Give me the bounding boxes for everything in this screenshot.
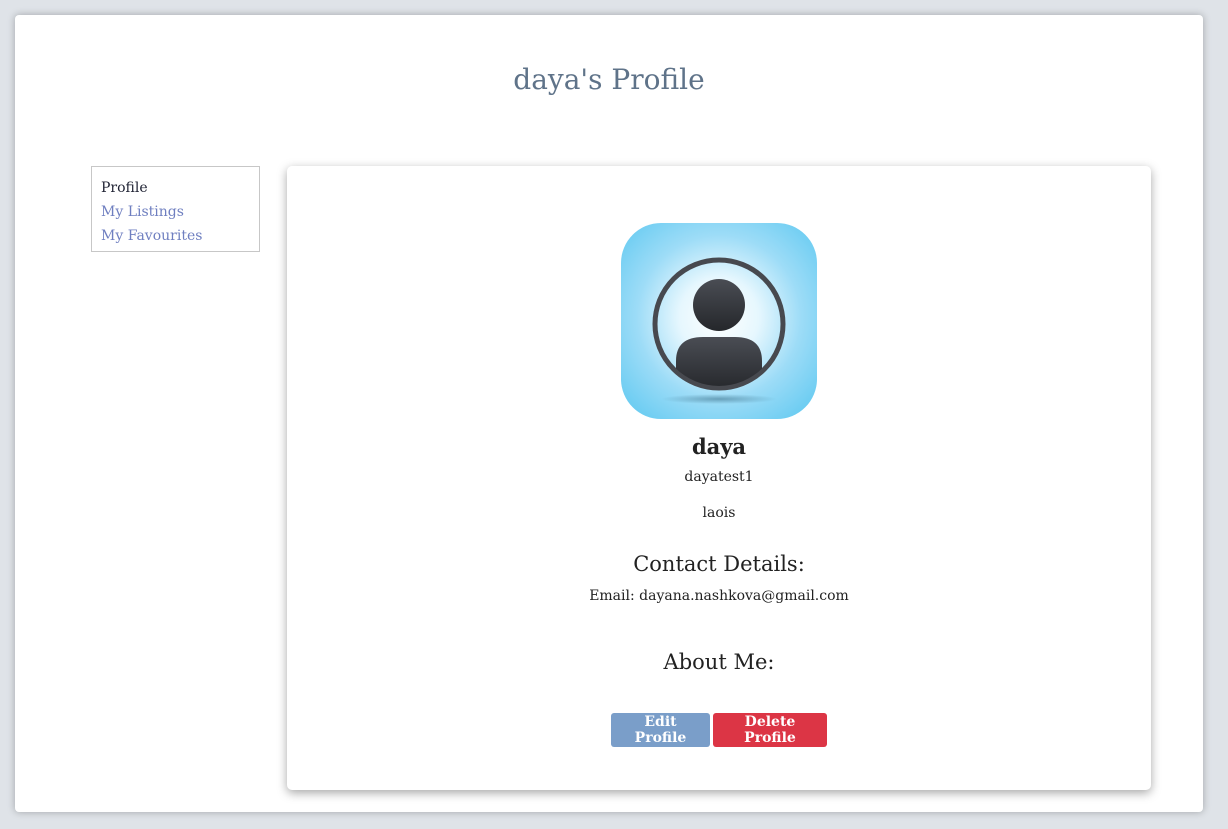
profile-email: Email: dayana.nashkova@gmail.com [589, 588, 849, 604]
edit-profile-button[interactable]: Edit Profile [611, 713, 710, 747]
profile-name: daya [691, 434, 747, 459]
sidebar-item-profile[interactable]: Profile [101, 176, 259, 200]
sidebar-item-my-listings[interactable]: My Listings [101, 200, 259, 224]
about-me-heading: About Me: [663, 650, 775, 674]
profile-sidebar: Profile My Listings My Favourites [91, 166, 260, 252]
contact-details-heading: Contact Details: [633, 552, 805, 576]
page-title: daya's Profile [513, 63, 705, 96]
user-avatar-icon [621, 223, 817, 419]
profile-card: daya dayatest1 laois Contact Details: Em… [287, 166, 1151, 790]
profile-location: laois [702, 505, 736, 521]
delete-profile-button[interactable]: Delete Profile [713, 713, 827, 747]
page-container: daya's Profile Profile My Listings My Fa… [15, 15, 1203, 812]
sidebar-item-my-favourites[interactable]: My Favourites [101, 224, 259, 248]
profile-actions: Edit Profile Delete Profile [287, 713, 1151, 747]
profile-username: dayatest1 [684, 469, 754, 485]
